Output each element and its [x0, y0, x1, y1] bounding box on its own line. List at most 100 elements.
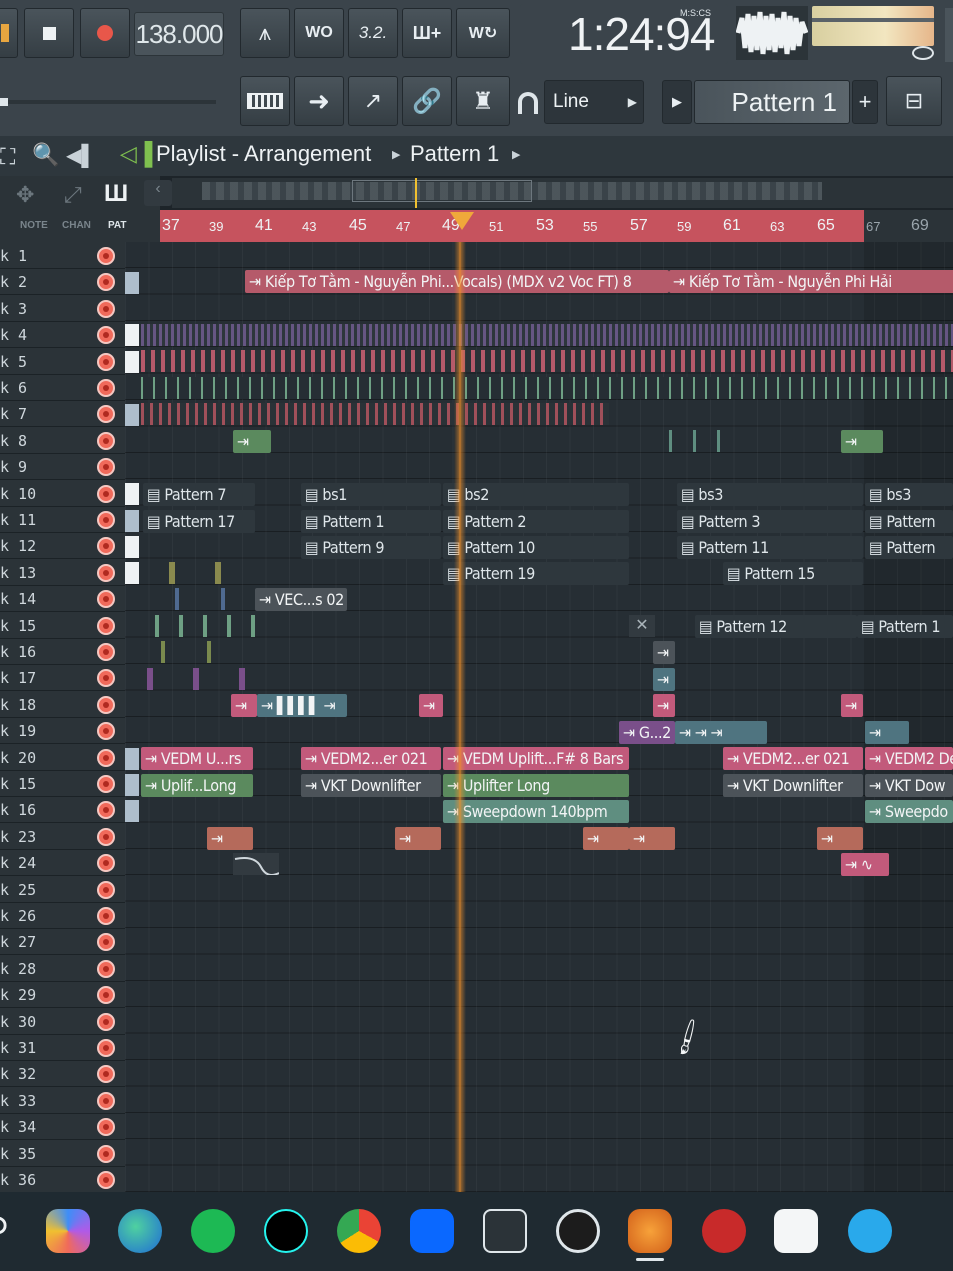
pattern-notes-row6[interactable] — [141, 377, 953, 399]
clip-vedm-1[interactable]: ⇥ VEDM U...rs — [141, 747, 253, 770]
clip-row19-b[interactable]: ⇥ ⇥ ⇥ — [675, 721, 767, 744]
pattern-notes-row4[interactable] — [141, 324, 953, 346]
track-name[interactable]: k 12 — [0, 533, 60, 559]
clip-pattern-3[interactable]: ▤ Pattern 3 — [677, 510, 863, 533]
clip-row18-a[interactable]: ⇥ — [231, 694, 257, 717]
clip-bs3-b[interactable]: ▤ bs3 — [865, 483, 953, 506]
playhead-marker-icon[interactable] — [450, 212, 474, 230]
clip-uplifter-2[interactable]: ⇥ Uplifter Long — [443, 774, 629, 797]
track-name[interactable]: k 16 — [0, 797, 60, 823]
slide-tool-button[interactable]: ↗ — [348, 76, 398, 126]
clip-row23-e[interactable]: ⇥ — [817, 827, 863, 850]
track-mute-button[interactable] — [97, 563, 115, 582]
track-name[interactable]: k 10 — [0, 481, 60, 507]
track-mute-button[interactable] — [97, 1065, 115, 1084]
obs-icon[interactable] — [556, 1209, 600, 1253]
clip-vkt-3[interactable]: ⇥ VKT Dow — [865, 774, 953, 797]
track-mute-button[interactable] — [97, 880, 115, 899]
clip-sweep-1[interactable]: ⇥ Sweepdown 140bpm — [443, 800, 629, 823]
track-mute-button[interactable] — [97, 669, 115, 688]
track-mute-button[interactable] — [97, 405, 115, 424]
track-name[interactable]: k 8 — [0, 428, 60, 454]
pattern-selector[interactable]: Pattern 1 — [694, 80, 850, 124]
track-name[interactable]: k 34 — [0, 1114, 60, 1140]
clip-pattern-cut-2[interactable]: ▤ Pattern — [865, 536, 953, 559]
track-mute-button[interactable] — [97, 299, 115, 318]
track-mute-button[interactable] — [97, 722, 115, 741]
clip-sweep-2[interactable]: ⇥ Sweepdo — [865, 800, 953, 823]
track-mute-button[interactable] — [97, 273, 115, 292]
track-name[interactable]: k 29 — [0, 982, 60, 1008]
add-pattern-button[interactable]: + — [852, 80, 878, 124]
countdown-button[interactable]: 3.2. — [348, 8, 398, 58]
clip-g2[interactable]: ⇥ G...2 — [619, 721, 675, 744]
track-name[interactable]: k 35 — [0, 1141, 60, 1167]
track-name[interactable]: k 19 — [0, 718, 60, 744]
track-name[interactable]: k 23 — [0, 824, 60, 850]
clip-vedm-2[interactable]: ⇥ VEDM2...er 021 — [301, 747, 441, 770]
tab-note[interactable]: NOTE — [20, 220, 48, 231]
clip-bs2[interactable]: ▤ bs2 — [443, 483, 629, 506]
breadcrumb-pattern[interactable]: Pattern 1 — [410, 141, 499, 167]
play-button[interactable] — [0, 8, 18, 58]
track-name[interactable]: k 13 — [0, 560, 60, 586]
next-button[interactable]: ➜ — [294, 76, 344, 126]
clip-bs1[interactable]: ▤ bs1 — [301, 483, 441, 506]
clip-row18-c[interactable]: ⇥ — [419, 694, 443, 717]
track-mute-button[interactable] — [97, 801, 115, 820]
clip-row15-x[interactable]: ✕ — [629, 615, 655, 637]
pattern-notes-row7[interactable] — [141, 403, 609, 425]
stop-button[interactable] — [24, 8, 74, 58]
perplexity-icon[interactable] — [483, 1209, 527, 1253]
clip-vec[interactable]: ⇥ VEC...s 02 — [255, 588, 347, 611]
stamp-button[interactable]: ♜ — [456, 76, 510, 126]
clip-row23-c[interactable]: ⇥ — [583, 827, 629, 850]
clip-row8-b[interactable]: ⇥ — [841, 430, 883, 453]
track-mute-button[interactable] — [97, 1039, 115, 1057]
track-mute-button[interactable] — [97, 247, 115, 265]
clip-pattern-1[interactable]: ▤ Pattern 1 — [301, 510, 441, 533]
clip-pattern-17[interactable]: ▤ Pattern 17 — [143, 510, 255, 533]
track-name[interactable]: k 11 — [0, 507, 60, 533]
track-mute-button[interactable] — [97, 827, 115, 846]
fullscreen-icon[interactable]: ⛶ — [0, 144, 15, 170]
clip-vocal-b[interactable]: ⇥ Kiếp Tơ Tằm - Nguyễn Phi Hải — [669, 270, 953, 293]
clip-bs3-a[interactable]: ▤ bs3 — [677, 483, 863, 506]
spotify-icon[interactable] — [191, 1209, 235, 1253]
track-name[interactable]: k 33 — [0, 1088, 60, 1114]
game-icon[interactable] — [702, 1209, 746, 1253]
track-name[interactable]: k 3 — [0, 296, 60, 322]
wait-for-input-button[interactable]: WO — [294, 8, 344, 58]
clip-pattern-9[interactable]: ▤ Pattern 9 — [301, 536, 441, 559]
zalo-icon[interactable] — [410, 1209, 454, 1253]
track-name[interactable]: k 25 — [0, 877, 60, 903]
mixer-button[interactable]: ⊟ — [886, 76, 942, 126]
piano-roll-button[interactable] — [240, 76, 290, 126]
tab-pat[interactable]: PAT — [108, 220, 127, 231]
clip-vedm-3[interactable]: ⇥ VEDM Uplift...F# 8 Bars — [443, 747, 629, 770]
copilot-icon[interactable] — [46, 1209, 90, 1253]
track-name[interactable]: k 15 — [0, 771, 60, 797]
track-mute-button[interactable] — [97, 1012, 115, 1031]
chrome-icon[interactable] — [337, 1209, 381, 1253]
track-name[interactable]: k 4 — [0, 322, 60, 348]
track-name[interactable]: k 27 — [0, 929, 60, 955]
track-mute-button[interactable] — [97, 1118, 115, 1137]
clip-row19-c[interactable]: ⇥ — [865, 721, 909, 744]
clip-pattern-10[interactable]: ▤ Pattern 10 — [443, 536, 629, 559]
track-name[interactable]: k 28 — [0, 956, 60, 982]
pat-tab-icon[interactable]: Ш — [104, 180, 128, 208]
track-name[interactable]: k 2 — [0, 269, 60, 295]
track-mute-button[interactable] — [97, 695, 115, 714]
track-mute-button[interactable] — [97, 959, 115, 978]
pattern-notes-row5[interactable] — [141, 350, 953, 372]
edge-icon[interactable] — [118, 1209, 162, 1253]
track-name[interactable]: k 6 — [0, 375, 60, 401]
clip-pattern-19[interactable]: ▤ Pattern 19 — [443, 562, 629, 585]
track-mute-button[interactable] — [97, 907, 115, 925]
track-mute-button[interactable] — [97, 775, 115, 793]
track-mute-button[interactable] — [97, 590, 115, 609]
automation-clip-b[interactable]: ⇥ ∿ — [841, 853, 889, 876]
track-mute-button[interactable] — [97, 379, 115, 397]
clip-vkt-1[interactable]: ⇥ VKT Downlifter — [301, 774, 441, 797]
